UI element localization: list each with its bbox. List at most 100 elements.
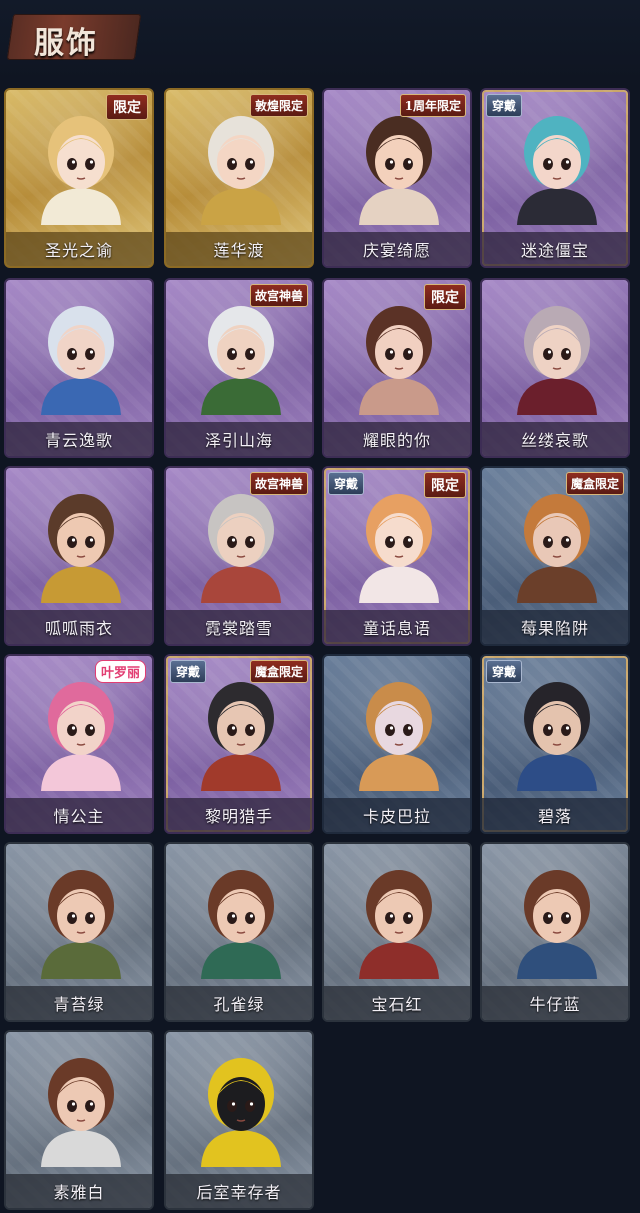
limited-badge: 魔盒限定: [249, 660, 308, 683]
outfit-name: 碧落: [537, 807, 572, 826]
outfit-name: 卡皮巴拉: [362, 807, 431, 826]
header: 服饰: [0, 0, 640, 80]
outfit-card[interactable]: 敦煌限定莲华渡: [164, 88, 314, 268]
card-label-bar: 情公主: [6, 798, 152, 832]
outfit-card[interactable]: 牛仔蓝: [480, 842, 630, 1022]
card-label-bar: 宝石红: [324, 986, 470, 1020]
outfit-name: 宝石红: [371, 995, 423, 1014]
character-portrait: [201, 306, 281, 415]
outfit-card[interactable]: 后室幸存者: [164, 1030, 314, 1210]
outfit-card[interactable]: 卡皮巴拉: [322, 654, 472, 834]
outfit-name: 青云逸歌: [44, 431, 113, 450]
outfit-card[interactable]: 限定耀眼的你: [322, 278, 472, 458]
character-portrait: [41, 870, 121, 979]
character-portrait: [517, 494, 597, 603]
card-label-bar: 黎明猎手: [166, 798, 312, 832]
outfit-card[interactable]: 1周年限定庆宴绮愿: [322, 88, 472, 268]
character-portrait: [359, 682, 439, 791]
outfit-name: 童话息语: [362, 619, 431, 638]
character-portrait: [517, 870, 597, 979]
limited-badge: 1周年限定: [399, 94, 466, 117]
card-label-bar: 素雅白: [6, 1174, 152, 1208]
outfit-name: 后室幸存者: [196, 1183, 282, 1202]
outfit-card[interactable]: 魔盒限定莓果陷阱: [480, 466, 630, 646]
limited-badge: 限定: [424, 284, 466, 310]
outfit-name: 牛仔蓝: [529, 995, 581, 1014]
card-label-bar: 童话息语: [324, 610, 470, 644]
card-label-bar: 圣光之谕: [6, 232, 152, 266]
outfit-card[interactable]: 呱呱雨衣: [4, 466, 154, 646]
limited-badge: 魔盒限定: [565, 472, 624, 495]
outfit-name: 霓裳踏雪: [204, 619, 273, 638]
card-label-bar: 迷途僵宝: [482, 232, 628, 266]
card-label-bar: 卡皮巴拉: [324, 798, 470, 832]
character-portrait: [359, 116, 439, 225]
character-portrait: [517, 682, 597, 791]
character-portrait: [201, 1058, 281, 1167]
outfit-name: 黎明猎手: [204, 807, 273, 826]
outfit-card[interactable]: 限定圣光之谕: [4, 88, 154, 268]
outfit-name: 庆宴绮愿: [362, 241, 431, 260]
character-portrait: [517, 116, 597, 225]
outfit-card[interactable]: 青苔绿: [4, 842, 154, 1022]
character-portrait: [201, 870, 281, 979]
equipped-badge: 穿戴: [486, 94, 523, 117]
card-label-bar: 耀眼的你: [324, 422, 470, 456]
card-label-bar: 碧落: [482, 798, 628, 832]
outfit-card[interactable]: 穿戴迷途僵宝: [480, 88, 630, 268]
outfit-card[interactable]: 孔雀绿: [164, 842, 314, 1022]
card-label-bar: 孔雀绿: [166, 986, 312, 1020]
outfit-name: 迷途僵宝: [520, 241, 589, 260]
outfit-name: 青苔绿: [53, 995, 105, 1014]
outfit-card[interactable]: 限定 穿戴 童话息语: [322, 466, 472, 646]
outfit-name: 莲华渡: [213, 241, 265, 260]
outfit-card[interactable]: 魔盒限定 穿戴黎明猎手: [164, 654, 314, 834]
card-label-bar: 呱呱雨衣: [6, 610, 152, 644]
equipped-badge: 穿戴: [328, 472, 365, 495]
character-portrait: [41, 1058, 121, 1167]
outfit-card[interactable]: 宝石红: [322, 842, 472, 1022]
equipped-badge: 穿戴: [170, 660, 207, 683]
limited-badge: 叶罗丽: [94, 660, 146, 683]
outfit-name: 孔雀绿: [213, 995, 265, 1014]
card-label-bar: 庆宴绮愿: [324, 232, 470, 266]
card-label-bar: 牛仔蓝: [482, 986, 628, 1020]
character-portrait: [201, 682, 281, 791]
limited-badge: 敦煌限定: [249, 94, 308, 117]
outfit-name: 呱呱雨衣: [44, 619, 113, 638]
outfit-name: 泽引山海: [204, 431, 273, 450]
card-label-bar: 莓果陷阱: [482, 610, 628, 644]
character-portrait: [201, 116, 281, 225]
card-label-bar: 后室幸存者: [166, 1174, 312, 1208]
limited-badge: 故宫神兽: [249, 284, 308, 307]
outfit-name: 耀眼的你: [362, 431, 431, 450]
outfit-name: 莓果陷阱: [520, 619, 589, 638]
outfit-card[interactable]: 穿戴碧落: [480, 654, 630, 834]
outfit-card[interactable]: 故宫神兽霓裳踏雪: [164, 466, 314, 646]
character-portrait: [201, 494, 281, 603]
character-portrait: [359, 494, 439, 603]
card-label-bar: 青云逸歌: [6, 422, 152, 456]
outfit-name: 情公主: [53, 807, 105, 826]
outfit-card[interactable]: 素雅白: [4, 1030, 154, 1210]
card-label-bar: 丝缕哀歌: [482, 422, 628, 456]
limited-badge: 限定: [106, 94, 148, 120]
character-portrait: [41, 494, 121, 603]
outfit-card[interactable]: 丝缕哀歌: [480, 278, 630, 458]
character-portrait: [41, 306, 121, 415]
outfit-name: 圣光之谕: [44, 241, 113, 260]
outfit-card[interactable]: 青云逸歌: [4, 278, 154, 458]
card-label-bar: 莲华渡: [166, 232, 312, 266]
card-label-bar: 青苔绿: [6, 986, 152, 1020]
equipped-badge: 穿戴: [486, 660, 523, 683]
character-portrait: [41, 116, 121, 225]
character-portrait: [517, 306, 597, 415]
limited-badge: 故宫神兽: [249, 472, 308, 495]
outfit-card[interactable]: 故宫神兽泽引山海: [164, 278, 314, 458]
card-label-bar: 泽引山海: [166, 422, 312, 456]
character-portrait: [359, 306, 439, 415]
character-portrait: [41, 682, 121, 791]
outfit-card[interactable]: 叶罗丽情公主: [4, 654, 154, 834]
card-label-bar: 霓裳踏雪: [166, 610, 312, 644]
outfit-name: 丝缕哀歌: [520, 431, 589, 450]
